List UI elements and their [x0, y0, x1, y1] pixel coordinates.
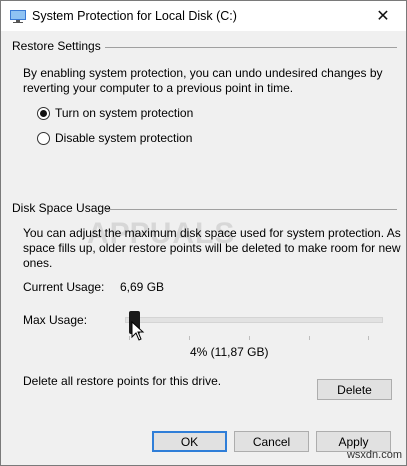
slider-tick: [249, 336, 250, 340]
delete-button[interactable]: Delete: [317, 379, 392, 400]
mouse-pointer-icon: [131, 321, 145, 341]
radio-checked-indicator[interactable]: [37, 106, 50, 120]
max-usage-value: 4% (11,87 GB): [190, 345, 269, 359]
section-divider: [105, 47, 397, 48]
slider-tick: [309, 336, 310, 340]
system-properties-icon: [10, 10, 26, 23]
delete-restore-points-text: Delete all restore points for this drive…: [23, 374, 222, 388]
disk-description-line-2: space fills up, older restore points wil…: [23, 241, 401, 255]
section-divider: [104, 209, 397, 210]
restore-description-line-1: By enabling system protection, you can u…: [23, 66, 383, 80]
slider-tick: [368, 336, 369, 340]
disk-description-line-3: ones.: [23, 256, 53, 270]
slider-tick: [129, 336, 130, 340]
disable-protection-radio[interactable]: Disable system protection: [37, 131, 192, 145]
turn-on-protection-radio[interactable]: Turn on system protection: [37, 106, 193, 120]
radio-unchecked-indicator[interactable]: [37, 131, 50, 145]
max-usage-label: Max Usage:: [23, 313, 88, 327]
restore-description-line-2: reverting your computer to a previous po…: [23, 81, 294, 95]
disk-description-line-1: You can adjust the maximum disk space us…: [23, 226, 401, 240]
max-usage-slider-track[interactable]: [125, 317, 383, 323]
footer-watermark: wsxdn.com: [346, 449, 402, 461]
close-icon: ✕: [376, 8, 390, 25]
disable-protection-label[interactable]: Disable system protection: [55, 131, 192, 145]
system-protection-dialog: System Protection for Local Disk (C:) ✕ …: [0, 0, 407, 466]
slider-ticks: [129, 336, 369, 341]
cancel-button[interactable]: Cancel: [234, 431, 309, 452]
restore-settings-header: Restore Settings: [12, 39, 101, 53]
current-usage-value: 6,69 GB: [120, 280, 165, 294]
current-usage-label: Current Usage:: [23, 280, 105, 294]
turn-on-protection-label[interactable]: Turn on system protection: [55, 106, 193, 120]
ok-button[interactable]: OK: [152, 431, 227, 452]
title-bar: System Protection for Local Disk (C:) ✕: [1, 1, 406, 31]
slider-tick: [189, 336, 190, 340]
window-title: System Protection for Local Disk (C:): [32, 9, 237, 23]
close-button[interactable]: ✕: [360, 1, 406, 31]
disk-space-usage-header: Disk Space Usage: [12, 201, 111, 215]
